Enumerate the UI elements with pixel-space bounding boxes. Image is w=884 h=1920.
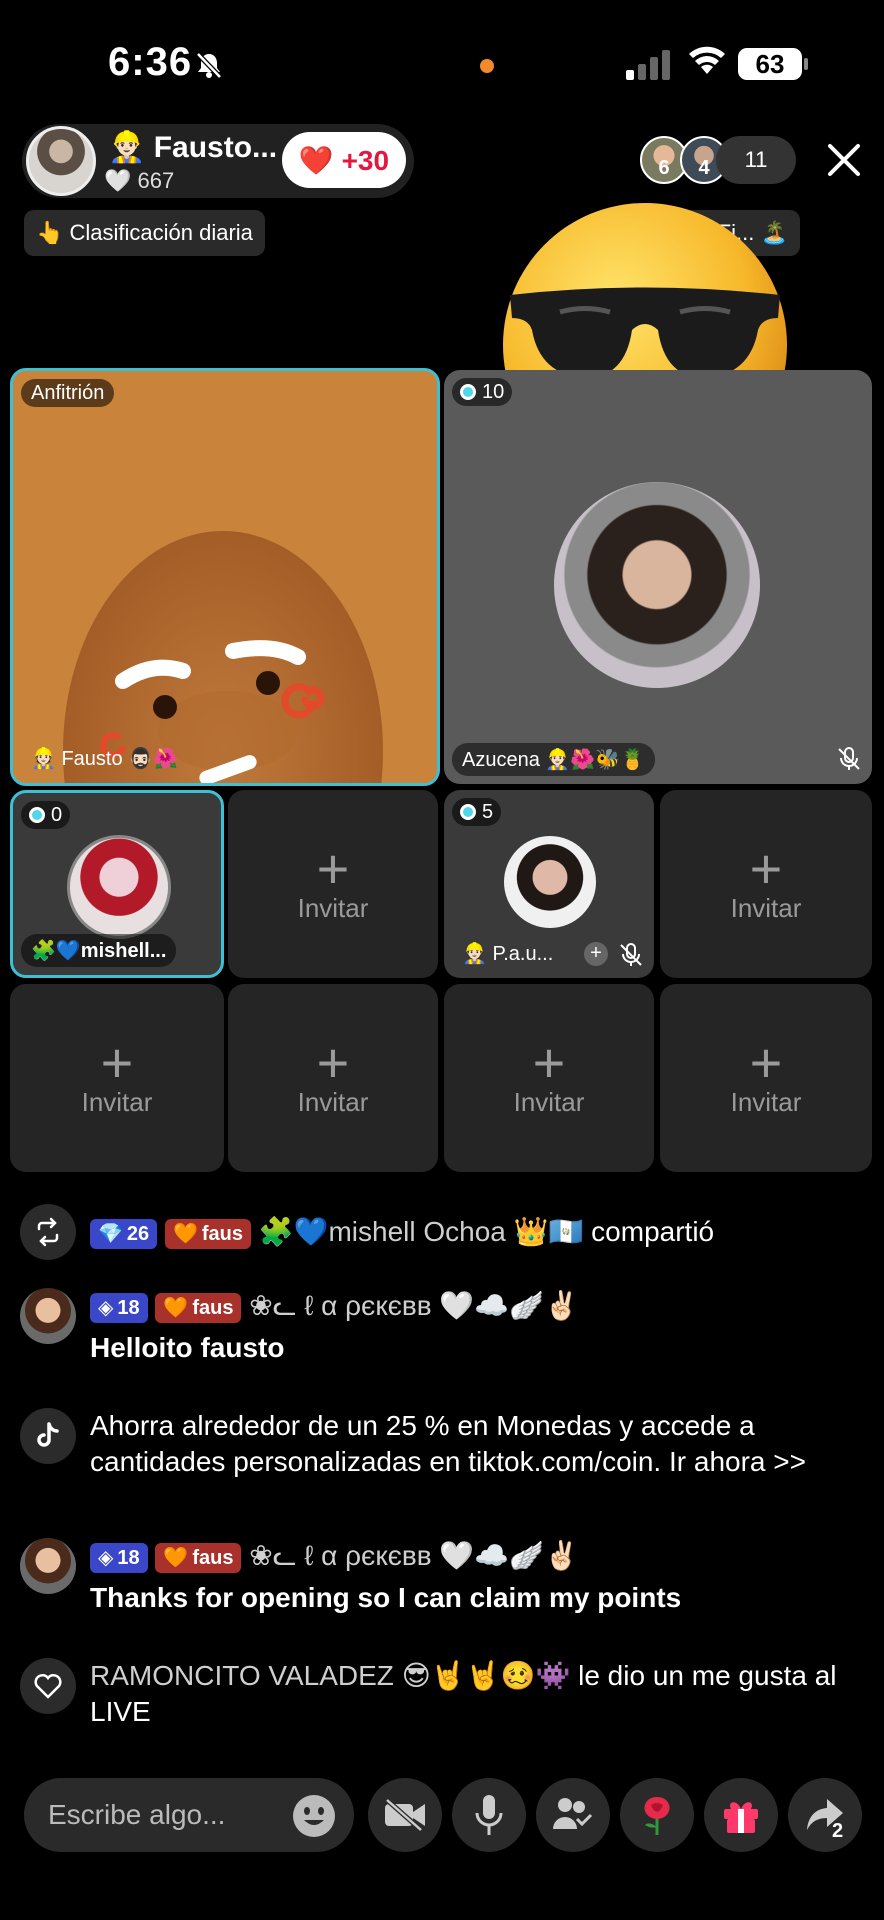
level-badge: ◈ 18 bbox=[90, 1292, 148, 1323]
cellular-signal-icon bbox=[626, 50, 670, 80]
plus-icon: + bbox=[749, 1030, 783, 1094]
host-like-count: 🤍 667 bbox=[104, 168, 175, 193]
chat-username[interactable]: ❀ᓚ ℓ α ρєкєвв 🤍☁️🪽✌🏻 bbox=[249, 1540, 579, 1571]
guest-video-tile[interactable]: 5 👷🏻 P.a.u... + bbox=[444, 790, 654, 978]
chat-item: ◈ 18 🧡 faus ❀ᓚ ℓ α ρєкєвв 🤍☁️🪽✌🏻 Thanks … bbox=[20, 1538, 870, 1616]
plus-icon: + bbox=[316, 836, 350, 900]
chat-username[interactable]: 🧩💙mishell Ochoa 👑🇬🇹 bbox=[259, 1216, 584, 1247]
heart-icon bbox=[20, 1658, 76, 1714]
level-badge: ◈ 18 bbox=[90, 1542, 148, 1573]
follow-plus-button[interactable]: + bbox=[584, 942, 608, 966]
host-name[interactable]: 👷🏻‍♂️ Fausto... bbox=[108, 130, 277, 165]
comment-placeholder: Escribe algo... bbox=[48, 1799, 226, 1830]
invite-slot[interactable]: + Invitar bbox=[444, 984, 654, 1172]
viewer-rank-badge: 4 bbox=[698, 157, 710, 179]
status-time: 6:36 bbox=[108, 40, 193, 84]
rose-gift-button[interactable] bbox=[620, 1778, 694, 1852]
guest-tile-name: 👷🏻 P.a.u... bbox=[462, 943, 554, 965]
guest-avatar bbox=[504, 836, 596, 928]
viewer-rank-badge: 6 bbox=[658, 157, 670, 179]
chat-message: Helloito fausto bbox=[90, 1332, 285, 1363]
repost-icon bbox=[20, 1204, 76, 1260]
invite-label: Invitar bbox=[730, 1086, 802, 1117]
invite-slot[interactable]: + Invitar bbox=[660, 984, 872, 1172]
invite-slot[interactable]: + Invitar bbox=[10, 984, 224, 1172]
chat-item: Ahorra alrededor de un 25 % en Monedas y… bbox=[20, 1408, 870, 1480]
chat-user-avatar[interactable] bbox=[20, 1288, 76, 1344]
chat-item: RAMONCITO VALADEZ 😎🤘🤘🥴👾 le dio un me gus… bbox=[20, 1658, 870, 1730]
chat-user-avatar[interactable] bbox=[20, 1538, 76, 1594]
level-badge: 💎 26 bbox=[90, 1218, 158, 1249]
camera-off-button[interactable] bbox=[368, 1778, 442, 1852]
share-count: 2 bbox=[832, 1820, 844, 1842]
fan-club-badge: 🧡 faus bbox=[155, 1542, 242, 1573]
like-plus-button[interactable]: ❤️ +30 bbox=[282, 132, 406, 188]
chat-username[interactable]: ❀ᓚ ℓ α ρєкєвв 🤍☁️🪽✌🏻 bbox=[249, 1290, 579, 1321]
wifi-icon bbox=[689, 46, 725, 74]
chat-username[interactable]: RAMONCITO VALADEZ 😎🤘🤘🥴👾 bbox=[90, 1660, 570, 1691]
invite-slot[interactable]: + Invitar bbox=[228, 984, 438, 1172]
plus-icon: + bbox=[532, 1030, 566, 1094]
microphone-button[interactable] bbox=[452, 1778, 526, 1852]
host-avatar[interactable] bbox=[26, 126, 96, 196]
invite-slot[interactable]: + Invitar bbox=[228, 790, 438, 978]
guest-score-badge: 5 bbox=[452, 798, 502, 826]
viewer-count[interactable]: 11 bbox=[716, 136, 796, 184]
invite-label: Invitar bbox=[513, 1086, 585, 1117]
emoji-icon[interactable] bbox=[292, 1794, 336, 1838]
battery-indicator: 63 bbox=[738, 48, 808, 80]
guest-avatar bbox=[67, 835, 171, 939]
fan-club-badge: 🧡 faus bbox=[164, 1218, 251, 1249]
mic-muted-icon bbox=[838, 747, 860, 770]
plus-icon: + bbox=[100, 1030, 134, 1094]
microphone-icon bbox=[475, 1795, 503, 1835]
chat-action-text: compartió bbox=[591, 1216, 715, 1247]
host-tile-name: 👷🏻 Fausto 🧔🏻‍♂️🌺 bbox=[31, 748, 178, 770]
camera-off-icon bbox=[385, 1798, 425, 1832]
guests-button[interactable] bbox=[536, 1778, 610, 1852]
chat-message: Thanks for opening so I can claim my poi… bbox=[90, 1582, 682, 1613]
gingerbread-filter-image bbox=[13, 371, 437, 783]
guest-video-tile[interactable]: 10 Azucena 👷🏻🌺🐝🍍 bbox=[444, 370, 872, 784]
invite-label: Invitar bbox=[297, 1086, 369, 1117]
daily-ranking-chip[interactable]: 👆 Clasificación diaria bbox=[24, 210, 265, 256]
invite-label: Invitar bbox=[81, 1086, 153, 1117]
people-check-icon bbox=[553, 1798, 593, 1829]
gift-icon bbox=[724, 1802, 758, 1833]
guest-avatar bbox=[554, 482, 760, 688]
invite-label: Invitar bbox=[297, 892, 369, 923]
tiktok-icon bbox=[20, 1408, 76, 1464]
host-badge: Anfitrión bbox=[21, 379, 115, 407]
mic-muted-icon bbox=[620, 943, 642, 966]
guest-video-tile[interactable]: 0 🧩💙mishell... bbox=[10, 790, 224, 978]
recording-indicator bbox=[480, 59, 494, 73]
close-icon[interactable] bbox=[824, 140, 864, 180]
plus-icon: + bbox=[749, 836, 783, 900]
bell-muted-icon bbox=[196, 52, 222, 79]
fan-club-badge: 🧡 faus bbox=[155, 1292, 242, 1323]
guest-score-badge: 10 bbox=[452, 378, 513, 406]
chat-item: 💎 26 🧡 faus 🧩💙mishell Ochoa 👑🇬🇹 comparti… bbox=[20, 1204, 870, 1260]
host-video-tile[interactable]: Anfitrión 👷🏻 Fausto 🧔🏻‍♂️🌺 bbox=[10, 368, 440, 786]
guest-tile-name: 🧩💙mishell... bbox=[21, 934, 177, 967]
plus-icon: + bbox=[316, 1030, 350, 1094]
gift-button[interactable] bbox=[704, 1778, 778, 1852]
rose-icon bbox=[644, 1797, 670, 1835]
chat-item: ◈ 18 🧡 faus ❀ᓚ ℓ α ρєкєвв 🤍☁️🪽✌🏻 Helloit… bbox=[20, 1288, 870, 1366]
invite-slot[interactable]: + Invitar bbox=[660, 790, 872, 978]
guest-score-badge: 0 bbox=[21, 801, 71, 829]
share-button[interactable]: 2 bbox=[788, 1778, 862, 1852]
promo-message[interactable]: Ahorra alrededor de un 25 % en Monedas y… bbox=[90, 1408, 870, 1480]
invite-label: Invitar bbox=[730, 892, 802, 923]
guest-tile-name: Azucena 👷🏻🌺🐝🍍 bbox=[452, 743, 655, 776]
